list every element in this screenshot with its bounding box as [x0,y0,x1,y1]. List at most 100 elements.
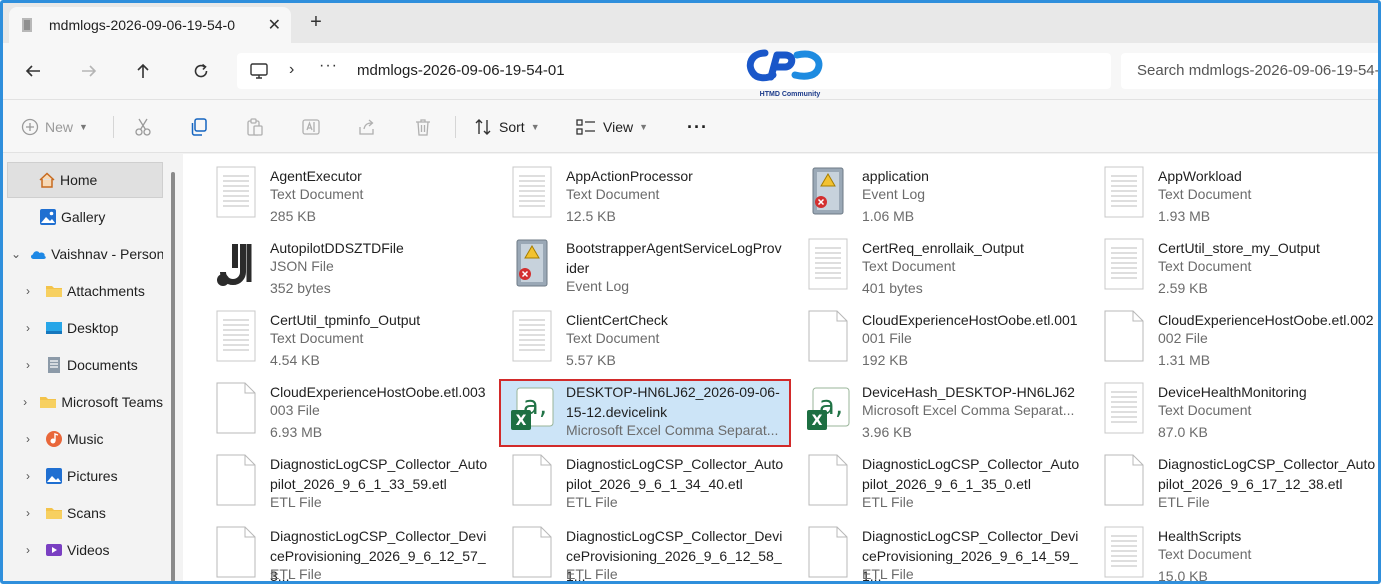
pictures-icon [46,468,62,484]
refresh-button[interactable] [187,57,215,85]
file-name: AppActionProcessor [566,168,693,184]
chevron-right-icon[interactable]: › [19,506,37,520]
file-item[interactable]: a, X DeviceHash_DESKTOP-HN6LJ62 Microsoft E… [775,372,1075,440]
file-item[interactable]: CertReq_enrollaik_Output Text Document 401… [775,228,1065,296]
sidebar-item-microsoft-teams[interactable]: › Microsoft Teams [3,384,163,420]
sidebar-item-gallery[interactable]: Gallery [3,199,163,235]
forward-button[interactable] [75,57,103,85]
file-type: ETL File [566,494,618,510]
delete-button[interactable] [413,114,439,140]
chevron-right-icon[interactable]: › [19,432,37,446]
file-item[interactable]: AutopilotDDSZTDFile JSON File 352 bytes [183,228,473,296]
file-type: Text Document [1158,186,1252,202]
file-item[interactable]: AgentExecutor Text Document 285 KB [183,156,473,224]
tab-title: mdmlogs-2026-09-06-19-54-0 [49,17,235,33]
chevron-right-icon[interactable]: › [19,284,37,298]
sidebar-item-pictures[interactable]: › Pictures [3,458,163,494]
sidebar-item-documents[interactable]: › Documents [3,347,163,383]
share-icon [359,119,374,135]
search-input[interactable]: Search mdmlogs-2026-09-06-19-54-01 [1121,53,1378,89]
file-item[interactable]: CertUtil_tpminfo_Output Text Document 4.54… [183,300,473,368]
view-button-label: View [603,119,634,135]
copy-button[interactable] [189,114,215,140]
file-type: Microsoft Excel Comma Separat... [862,402,1075,418]
breadcrumb-chevron[interactable]: › [289,61,294,79]
more-options-button[interactable]: ··· [687,114,708,140]
music-icon [46,431,62,447]
sidebar-item-music[interactable]: › Music [3,421,163,457]
file-name: DiagnosticLogCSP_Collector_Autopilot_202… [862,456,1080,492]
breadcrumb-current-folder[interactable]: mdmlogs-2026-09-06-19-54-01 [357,62,565,79]
file-item[interactable]: DiagnosticLogCSP_Collector_Autopilot_202… [1071,444,1375,510]
tab-mdmlogs[interactable]: mdmlogs-2026-09-06-19-54-0 ✕ [9,7,291,43]
copy-icon [191,118,207,136]
this-pc-icon [250,63,268,79]
file-item[interactable]: CloudExperienceHostOobe.etl.002 002 File 1… [1071,300,1374,368]
file-item[interactable]: DiagnosticLogCSP_Collector_DeviceProvisi… [183,516,486,581]
file-item[interactable]: CertUtil_store_my_Output Text Document 2.5… [1071,228,1361,296]
cut-button[interactable] [133,114,159,140]
file-name: DESKTOP-HN6LJ62_2026-09-06-15-12.devicel… [566,384,780,420]
file-name: HealthScripts [1158,528,1242,544]
file-type: ETL File [566,566,618,582]
file-name: CertUtil_store_my_Output [1158,240,1320,256]
file-type: Event Log [566,278,630,294]
sidebar-item-scans[interactable]: › Scans [3,495,163,531]
file-item[interactable]: CloudExperienceHostOobe.etl.003 003 File 6… [183,372,486,440]
chevron-right-icon[interactable]: › [19,358,37,372]
new-button[interactable]: New ▼ [21,114,88,140]
sidebar-item-videos[interactable]: › Videos [3,532,163,568]
sidebar-item-label: Desktop [67,320,119,336]
up-button[interactable] [129,57,157,85]
file-item[interactable]: HealthScripts Text Document 15.0 KB [1071,516,1361,581]
sort-button[interactable]: Sort ▼ [473,114,540,140]
address-bar[interactable]: › ··· mdmlogs-2026-09-06-19-54-01 [237,53,1111,89]
new-tab-button[interactable]: + [303,11,329,34]
chevron-right-icon[interactable]: › [19,321,37,335]
text-document-icon [1101,382,1147,434]
file-item[interactable]: CloudExperienceHostOobe.etl.001 001 File 1… [775,300,1078,368]
paste-button[interactable] [245,114,271,140]
view-button[interactable]: View ▼ [575,114,648,140]
blank-file-icon [805,454,851,506]
file-item[interactable]: DiagnosticLogCSP_Collector_Autopilot_202… [183,444,487,510]
sidebar-item-label: Attachments [67,283,145,299]
file-item[interactable]: DiagnosticLogCSP_Collector_Autopilot_202… [775,444,1079,510]
file-type: Text Document [566,186,660,202]
sidebar-item-label: Microsoft Teams [61,394,163,410]
file-item[interactable]: DiagnosticLogCSP_Collector_DeviceProvisi… [479,516,782,581]
file-item[interactable]: ClientCertCheck Text Document 5.57 KB [479,300,769,368]
file-item[interactable]: AppActionProcessor Text Document 12.5 KB [479,156,769,224]
chevron-right-icon[interactable]: › [19,469,37,483]
text-document-icon [1101,526,1147,578]
file-item[interactable]: a, X DESKTOP-HN6LJ62_2026-09-06-15-12.devi… [479,372,780,438]
breadcrumb-overflow[interactable]: ··· [319,57,338,75]
rename-button[interactable] [301,114,327,140]
sidebar-item-home[interactable]: Home [7,162,163,198]
file-item[interactable]: BootstrapperAgentServiceLogProvider Event… [479,228,782,294]
chevron-right-icon[interactable]: › [19,543,37,557]
chevron-down-icon[interactable]: ⌄ [11,247,21,261]
blank-file-icon [805,526,851,578]
sidebar-item-label: Music [67,431,104,447]
sidebar-item-onedrive[interactable]: ⌄ Vaishnav - Personal [3,236,163,272]
sidebar-item-attachments[interactable]: › Attachments [3,273,163,309]
file-item[interactable]: AppWorkload Text Document 1.93 MB [1071,156,1361,224]
share-button[interactable] [357,114,383,140]
back-button[interactable] [19,57,47,85]
file-item[interactable]: DiagnosticLogCSP_Collector_Autopilot_202… [479,444,783,510]
text-document-icon [213,166,259,218]
sidebar-scrollbar[interactable] [171,172,175,581]
file-size: 3.96 KB [862,424,912,440]
file-item[interactable]: DiagnosticLogCSP_Collector_DeviceProvisi… [775,516,1078,581]
file-size: 401 bytes [862,280,923,296]
folder-icon [40,397,57,408]
sidebar-item-desktop[interactable]: › Desktop [3,310,163,346]
refresh-icon [194,63,208,78]
sidebar-item-label: Scans [67,505,106,521]
chevron-right-icon[interactable]: › [19,395,31,409]
file-item[interactable]: application Event Log 1.06 MB [775,156,1065,224]
file-item[interactable]: DeviceHealthMonitoring Text Document 87.0 … [1071,372,1361,440]
file-name: DeviceHash_DESKTOP-HN6LJ62 [862,384,1075,400]
close-tab-icon[interactable]: ✕ [268,15,281,35]
